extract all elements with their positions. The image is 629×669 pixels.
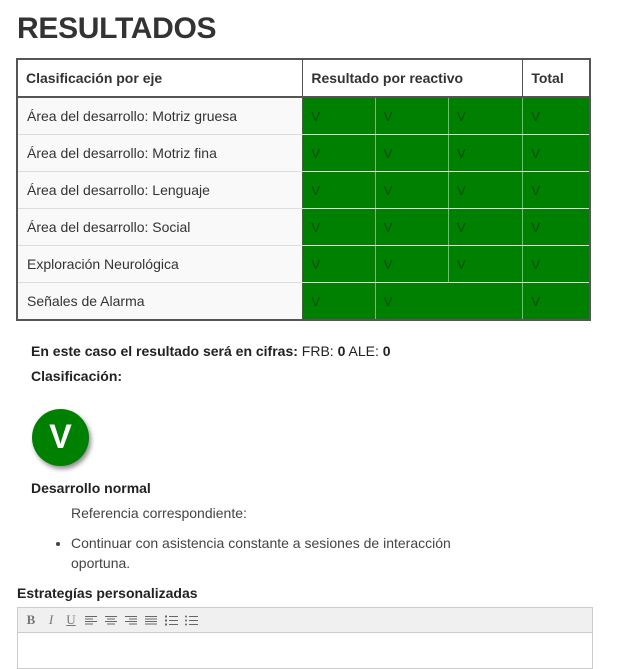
header-total: Total [522,59,590,98]
result-cell: V [302,208,376,246]
ale-label: ALE: [348,343,379,359]
underline-icon[interactable]: U [61,610,81,630]
table-row: Área del desarrollo: Motriz fina V V V V [17,134,590,172]
align-right-icon[interactable] [121,610,141,630]
align-justify-icon[interactable] [141,610,161,630]
frb-value: 0 [337,343,346,359]
result-cell: V [302,171,376,209]
editor-toolbar: B I U [18,608,592,633]
result-cell: V [448,245,523,283]
result-cell: V [302,282,376,321]
result-cell: V [374,97,449,135]
results-table: Clasificación por eje Resultado por reac… [16,58,591,321]
strategies-editor[interactable]: B I U [17,607,593,669]
total-cell: V [522,134,590,172]
list-item: Continuar con asistencia constante a ses… [71,533,491,573]
result-cell: V [448,97,523,135]
bold-icon[interactable]: B [21,610,41,630]
summary-lead: En este caso el resultado será en cifras… [31,343,298,359]
result-cell: V [448,208,523,246]
result-cell: V [374,134,449,172]
table-row: Área del desarrollo: Motriz gruesa V V V… [17,97,590,135]
table-row: Área del desarrollo: Social V V V V [17,208,590,246]
total-cell: V [522,97,590,135]
development-status: Desarrollo normal [31,480,151,496]
row-label: Área del desarrollo: Motriz gruesa [17,97,304,135]
frb-label: FRB: [301,343,334,359]
page-title: RESULTADOS [17,12,217,45]
classification-label: Clasificación: [31,368,123,384]
align-center-icon[interactable] [101,610,121,630]
classification-badge: V [32,409,89,466]
result-summary: En este caso el resultado será en cifras… [31,343,391,359]
result-cell: V [374,208,449,246]
row-label: Señales de Alarma [17,282,304,321]
result-cell: V [374,282,523,321]
result-cell: V [374,245,449,283]
ordered-list-icon[interactable] [161,610,181,630]
table-row: Señales de Alarma V V V [17,282,590,321]
ale-value: 0 [382,343,391,359]
total-cell: V [522,171,590,209]
result-cell: V [448,134,523,172]
italic-icon[interactable]: I [41,610,61,630]
total-cell: V [522,282,590,321]
table-row: Área del desarrollo: Lenguaje V V V V [17,171,590,209]
row-label: Exploración Neurológica [17,245,304,283]
total-cell: V [522,245,590,283]
result-cell: V [302,245,376,283]
row-label: Área del desarrollo: Lenguaje [17,171,304,209]
total-cell: V [522,208,590,246]
unordered-list-icon[interactable] [181,610,201,630]
table-header-row: Clasificación por eje Resultado por reac… [17,59,590,98]
result-cell: V [302,134,376,172]
row-label: Área del desarrollo: Motriz fina [17,134,304,172]
header-classification: Clasificación por eje [17,59,304,98]
reference-label: Referencia correspondiente: [71,505,247,521]
header-result: Resultado por reactivo [302,59,524,98]
result-cell: V [374,171,449,209]
table-row: Exploración Neurológica V V V V [17,245,590,283]
result-cell: V [302,97,376,135]
align-left-icon[interactable] [81,610,101,630]
recommendations-list: Continuar con asistencia constante a ses… [53,533,491,573]
result-cell: V [448,171,523,209]
row-label: Área del desarrollo: Social [17,208,304,246]
strategies-title: Estrategías personalizadas [17,585,198,601]
